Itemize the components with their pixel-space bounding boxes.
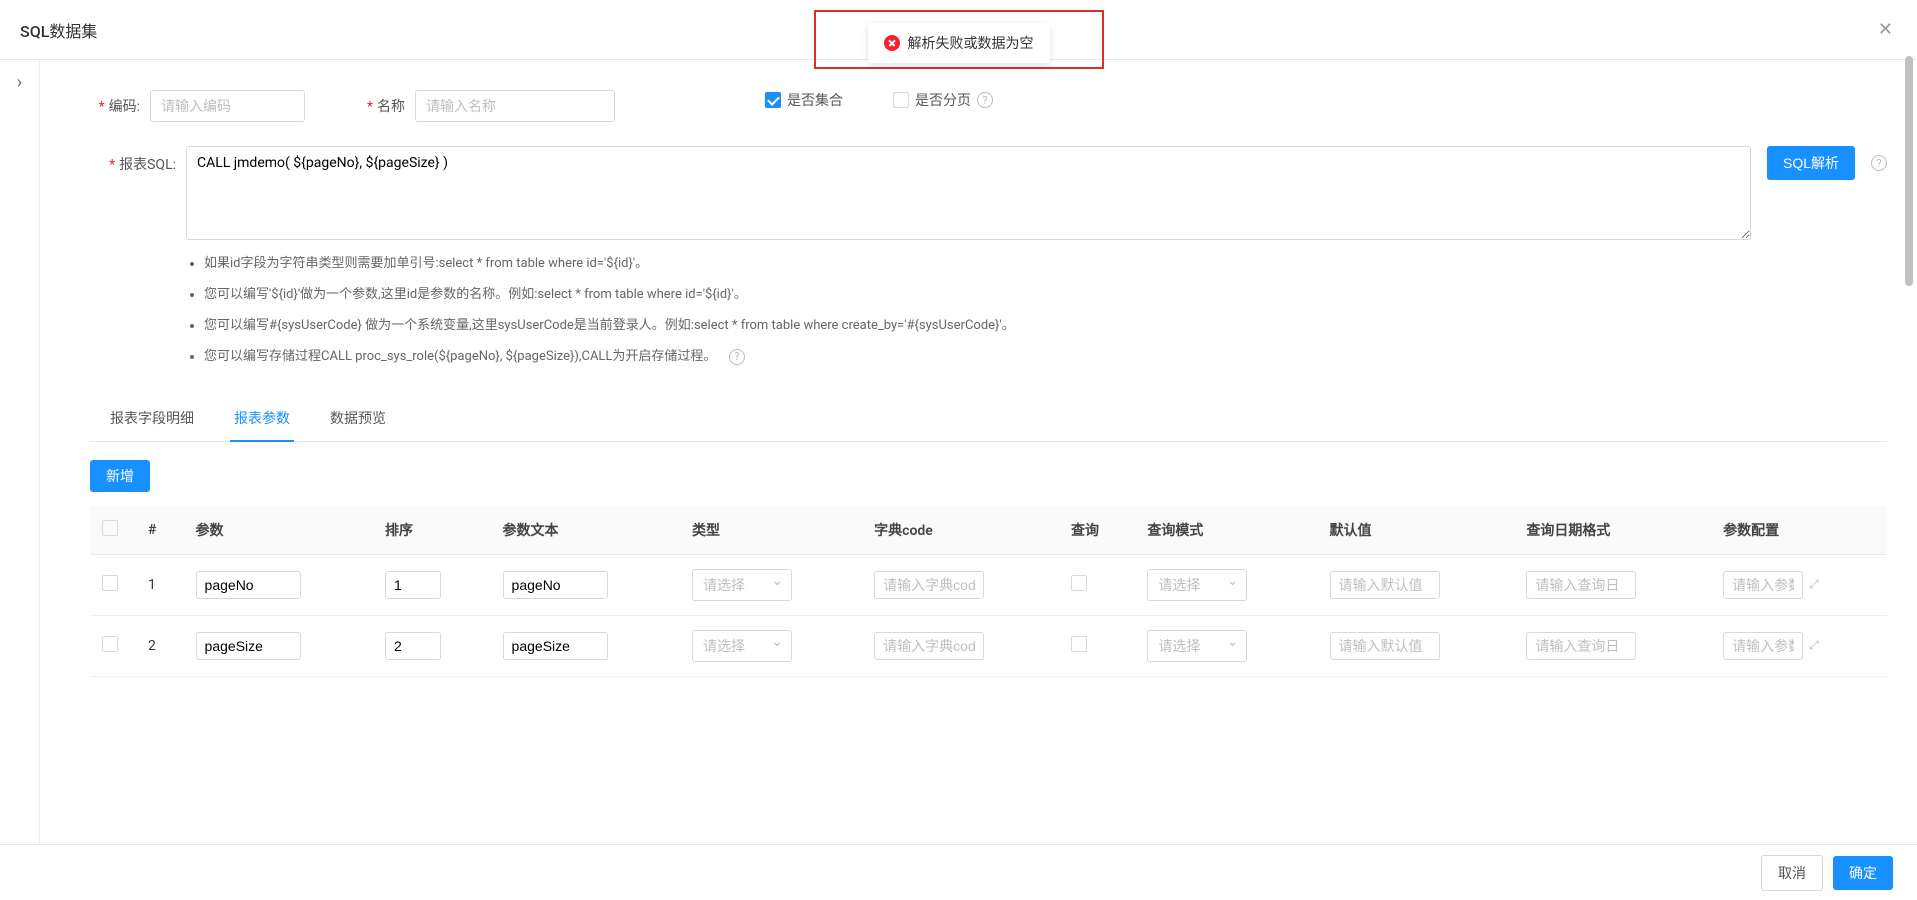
code-input[interactable] [150, 90, 305, 122]
date-fmt-input[interactable] [1526, 632, 1636, 660]
query-checkbox[interactable] [1071, 636, 1087, 652]
is-collection-checkbox[interactable]: 是否集合 [765, 90, 843, 110]
sidebar-toggle[interactable]: › [0, 60, 40, 850]
expand-icon[interactable]: ⤢ [1809, 638, 1819, 653]
table-row: 1 请选择 请选择 ⤢ [90, 554, 1887, 615]
scrollbar[interactable] [1903, 56, 1915, 844]
dialog-footer: 取消 确定 [0, 844, 1917, 900]
text-input[interactable] [503, 632, 608, 660]
tab-params[interactable]: 报表参数 [230, 396, 294, 442]
col-query-mode: 查询模式 [1135, 506, 1317, 555]
row-index: 1 [136, 554, 184, 615]
sql-parse-button[interactable]: SQL解析 [1767, 146, 1855, 180]
row-index: 2 [136, 615, 184, 676]
cfg-input[interactable] [1723, 571, 1803, 599]
help-icon[interactable]: ? [1871, 155, 1887, 171]
sort-input[interactable] [385, 571, 441, 599]
is-paginate-checkbox[interactable]: 是否分页 [893, 90, 971, 110]
sql-label: 报表SQL: [90, 146, 176, 174]
tabs: 报表字段明细 报表参数 数据预览 [90, 396, 1887, 442]
toast-message: 解析失败或数据为空 [908, 33, 1034, 53]
scrollbar-thumb[interactable] [1905, 56, 1913, 286]
default-input[interactable] [1330, 571, 1440, 599]
name-label: 名称 [355, 96, 405, 116]
error-toast: 解析失败或数据为空 [868, 23, 1050, 63]
dialog-title: SQL数据集 [20, 18, 97, 42]
query-mode-select[interactable]: 请选择 [1147, 630, 1247, 662]
checkbox-checked-icon [765, 92, 781, 108]
text-input[interactable] [503, 571, 608, 599]
code-label: 编码: [90, 96, 140, 116]
col-index: # [136, 506, 184, 555]
error-icon [884, 35, 900, 51]
col-query: 查询 [1059, 506, 1135, 555]
hint-item: 您可以编写#{sysUserCode} 做为一个系统变量,这里sysUserCo… [204, 318, 1887, 335]
add-button[interactable]: 新增 [90, 460, 150, 492]
col-dict: 字典code [862, 506, 1059, 555]
close-icon[interactable]: ✕ [1874, 15, 1897, 44]
col-type: 类型 [680, 506, 862, 555]
default-input[interactable] [1330, 632, 1440, 660]
col-default: 默认值 [1318, 506, 1515, 555]
col-param: 参数 [184, 506, 373, 555]
table-row: 2 请选择 请选择 ⤢ [90, 615, 1887, 676]
type-select[interactable]: 请选择 [692, 630, 792, 662]
row-checkbox[interactable] [102, 575, 118, 591]
cfg-input[interactable] [1723, 632, 1803, 660]
param-input[interactable] [196, 571, 301, 599]
params-table: # 参数 排序 参数文本 类型 字典code 查询 查询模式 默认值 查询日期格… [90, 506, 1887, 677]
sort-input[interactable] [385, 632, 441, 660]
hint-item: 如果id字段为字符串类型则需要加单引号:select * from table … [204, 256, 1887, 273]
query-checkbox[interactable] [1071, 575, 1087, 591]
cancel-button[interactable]: 取消 [1761, 855, 1823, 891]
hint-item: 您可以编写'${id}'做为一个参数,这里id是参数的名称。例如:select … [204, 287, 1887, 304]
dict-input[interactable] [874, 571, 984, 599]
checkbox-icon [893, 92, 909, 108]
toast-highlight-box: 解析失败或数据为空 [814, 10, 1104, 69]
sql-textarea[interactable]: CALL jmdemo( ${pageNo}, ${pageSize} ) [186, 146, 1751, 240]
type-select[interactable]: 请选择 [692, 569, 792, 601]
name-input[interactable] [415, 90, 615, 122]
sql-hints: 如果id字段为字符串类型则需要加单引号:select * from table … [186, 256, 1887, 366]
param-input[interactable] [196, 632, 301, 660]
hint-item: 您可以编写存储过程CALL proc_sys_role(${pageNo}, $… [204, 349, 1887, 366]
ok-button[interactable]: 确定 [1833, 856, 1893, 890]
tab-preview[interactable]: 数据预览 [326, 396, 390, 442]
row-checkbox[interactable] [102, 636, 118, 652]
expand-icon[interactable]: ⤢ [1809, 577, 1819, 592]
col-sort: 排序 [373, 506, 491, 555]
date-fmt-input[interactable] [1526, 571, 1636, 599]
help-icon[interactable]: ? [977, 92, 993, 108]
main-content: 编码: 名称 是否集合 是否分页 ? 报表S [40, 60, 1917, 850]
col-cfg: 参数配置 [1711, 506, 1887, 555]
query-mode-select[interactable]: 请选择 [1147, 569, 1247, 601]
col-text: 参数文本 [491, 506, 680, 555]
help-icon[interactable]: ? [729, 349, 745, 365]
select-all-checkbox[interactable] [102, 520, 118, 536]
col-date-fmt: 查询日期格式 [1514, 506, 1711, 555]
tab-fields[interactable]: 报表字段明细 [106, 396, 198, 442]
dict-input[interactable] [874, 632, 984, 660]
chevron-right-icon: › [17, 72, 22, 93]
